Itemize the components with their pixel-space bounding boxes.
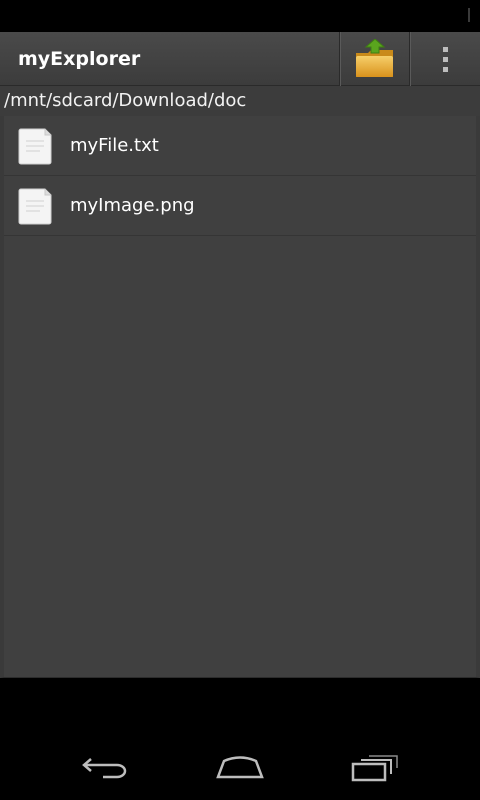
overflow-menu-icon — [442, 46, 448, 72]
app-title: myExplorer — [18, 48, 141, 70]
overflow-menu-button[interactable] — [410, 32, 480, 86]
back-icon — [82, 758, 127, 779]
path-bar: /mnt/sdcard/Download/doc — [0, 86, 480, 116]
file-name: myImage.png — [70, 195, 195, 216]
folder-up-icon — [355, 39, 393, 77]
status-bar — [0, 0, 480, 32]
action-bar: myExplorer — [0, 32, 480, 86]
document-icon — [18, 188, 52, 225]
file-name: myFile.txt — [70, 135, 159, 156]
home-icon — [216, 756, 264, 779]
recent-apps-button[interactable] — [334, 748, 414, 788]
list-item[interactable]: myImage.png — [4, 176, 476, 236]
recent-apps-icon — [351, 755, 398, 782]
current-path: /mnt/sdcard/Download/doc — [4, 90, 247, 111]
status-indicator — [468, 8, 470, 22]
document-icon — [18, 128, 52, 165]
home-button[interactable] — [200, 748, 280, 788]
back-button[interactable] — [66, 748, 146, 788]
navigation-bar — [0, 678, 480, 800]
list-item[interactable]: myFile.txt — [4, 116, 476, 176]
file-list: myFile.txt myImage.png — [0, 116, 480, 678]
up-folder-button[interactable] — [340, 32, 409, 86]
screen: myExplorer /mnt/sdcard/Download/doc myFi… — [0, 0, 480, 800]
